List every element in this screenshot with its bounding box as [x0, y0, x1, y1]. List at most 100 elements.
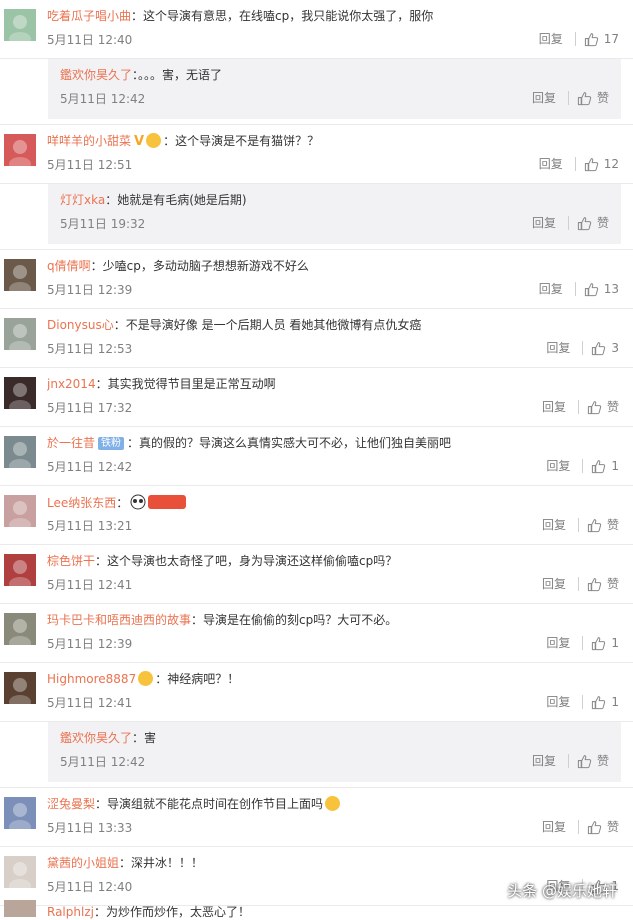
- avatar[interactable]: [4, 134, 36, 166]
- comment-time: 5月11日 12:39: [47, 283, 133, 297]
- like-button[interactable]: 赞: [577, 215, 609, 231]
- reply-button[interactable]: 回复: [546, 694, 570, 710]
- reply-button[interactable]: 回复: [539, 156, 563, 172]
- avatar[interactable]: [4, 554, 36, 586]
- reply-button[interactable]: 回复: [532, 90, 556, 106]
- comment-item: Highmore8887 ：神经病吧？！ 5月11日 12:41 回复 1: [0, 663, 633, 722]
- username-link[interactable]: 鑑欢你昊久了: [60, 68, 132, 82]
- username-link[interactable]: 黛茜的小姐姐: [47, 856, 119, 870]
- username-link[interactable]: 鑑欢你昊久了: [60, 731, 132, 745]
- comment-time: 5月11日 12:39: [47, 637, 133, 651]
- username-link[interactable]: 灯灯xka: [60, 193, 105, 207]
- comment-time: 5月11日 12:51: [47, 158, 133, 172]
- comment-time: 5月11日 19:32: [60, 217, 146, 231]
- comment-actions: 回复 17: [539, 31, 619, 47]
- divider: [574, 157, 576, 171]
- like-button[interactable]: 3: [591, 340, 619, 356]
- like-button[interactable]: 赞: [587, 399, 619, 415]
- comment-item: 於一往昔 铁粉 ：真的假的？导演这么真情实感大可不必，让他们独自美丽吧 5月11日 1…: [0, 427, 633, 486]
- username-link[interactable]: Dionysus心: [47, 318, 114, 332]
- avatar[interactable]: [4, 797, 36, 829]
- username-link[interactable]: Lee纳张东西: [47, 496, 116, 510]
- divider: [567, 754, 569, 768]
- like-button[interactable]: 赞: [587, 576, 619, 592]
- username-link[interactable]: jnx2014: [47, 377, 96, 391]
- watermark: 头条 @娱乐她轩: [507, 882, 617, 900]
- panda-sticker-icon: [130, 494, 187, 510]
- comment-item: 咩咩羊的小甜菜 V ：这个导演是不是有猫饼？？ 5月11日 12:51 回复 12: [0, 125, 633, 184]
- reply-button[interactable]: 回复: [542, 819, 566, 835]
- reply-button[interactable]: 回复: [542, 517, 566, 533]
- comment-text: 导演组就不能花点时间在创作节目上面吗: [107, 797, 324, 811]
- divider: [582, 341, 584, 355]
- thumbs-up-icon: [584, 157, 598, 171]
- reply-button[interactable]: 回复: [532, 215, 556, 231]
- thumbs-up-icon: [587, 820, 602, 834]
- username-link[interactable]: 涩兔曼梨: [47, 797, 95, 811]
- username-link[interactable]: 於一往昔: [47, 436, 95, 450]
- reply-button[interactable]: 回复: [546, 340, 570, 356]
- avatar[interactable]: [4, 436, 36, 468]
- comment-text: 。。。害，无语了: [138, 68, 223, 82]
- reply-button[interactable]: 回复: [546, 458, 570, 474]
- avatar[interactable]: [4, 900, 36, 917]
- avatar[interactable]: [4, 613, 36, 645]
- like-count: 1: [611, 459, 619, 473]
- reply-button[interactable]: 回复: [546, 635, 570, 651]
- like-count: 赞: [606, 518, 619, 532]
- comment-actions: 回复 赞: [532, 215, 609, 231]
- comment-time: 5月11日 12:42: [47, 460, 133, 474]
- comment-item: 玛卡巴卡和唔西迪西的故事：导演是在偷偷的刻cp吗？大可不必。 5月11日 12:3…: [0, 604, 633, 663]
- reply-item: 鑑欢你昊久了：。。。害，无语了 5月11日 12:42 回复赞: [48, 59, 621, 120]
- reply-item: 鑑欢你昊久了：害 5月11日 12:42 回复赞: [48, 722, 621, 783]
- divider: [582, 636, 584, 650]
- comment-text: 这个导演有意思，在线嗑cp，我只能说你太强了，服你: [143, 9, 434, 23]
- like-count: 赞: [596, 91, 609, 105]
- thumbs-up-icon: [587, 577, 602, 591]
- comment-item: jnx2014：其实我觉得节目里是正常互动啊 5月11日 17:32 回复赞: [0, 368, 633, 427]
- like-button[interactable]: 13: [584, 281, 619, 297]
- avatar[interactable]: [4, 259, 36, 291]
- divider: [567, 91, 569, 105]
- username-link[interactable]: 棕色饼干: [47, 554, 95, 568]
- comment-actions: 回复 1: [546, 458, 619, 474]
- avatar[interactable]: [4, 377, 36, 409]
- like-button[interactable]: 1: [591, 694, 619, 710]
- like-button[interactable]: 17: [584, 31, 619, 47]
- comment-time: 5月11日 12:42: [60, 755, 146, 769]
- divider: [574, 32, 576, 46]
- comment-actions: 回复 1: [546, 694, 619, 710]
- username-link[interactable]: 咩咩羊的小甜菜: [47, 134, 131, 148]
- like-button[interactable]: 赞: [587, 517, 619, 533]
- username-link[interactable]: 玛卡巴卡和唔西迪西的故事: [47, 613, 191, 627]
- avatar[interactable]: [4, 495, 36, 527]
- reply-button[interactable]: 回复: [542, 576, 566, 592]
- thumbs-up-icon: [587, 518, 602, 532]
- like-button[interactable]: 赞: [577, 90, 609, 106]
- like-button[interactable]: 1: [591, 635, 619, 651]
- like-button[interactable]: 赞: [577, 753, 609, 769]
- avatar[interactable]: [4, 9, 36, 41]
- avatar[interactable]: [4, 318, 36, 350]
- username-link[interactable]: 吃着瓜子唱小曲: [47, 9, 131, 23]
- username-link[interactable]: Highmore8887: [47, 672, 136, 686]
- comment-actions: 回复 13: [539, 281, 619, 297]
- comment-text: 真的假的？导演这么真情实感大可不必，让他们独自美丽吧: [139, 436, 452, 450]
- reply-item: 灯灯xka：她就是有毛病(她是后期) 5月11日 19:32 回复赞: [48, 184, 621, 245]
- like-button[interactable]: 赞: [587, 819, 619, 835]
- comment-time: 5月11日 12:41: [47, 696, 133, 710]
- reply-button[interactable]: 回复: [542, 399, 566, 415]
- username-link[interactable]: q倩倩啊: [47, 259, 91, 273]
- reply-button[interactable]: 回复: [539, 31, 563, 47]
- comment-text: 不是导演好像 是一个后期人员 看她其他微博有点仇女癌: [125, 318, 422, 332]
- reply-button[interactable]: 回复: [532, 753, 556, 769]
- reply-button[interactable]: 回复: [539, 281, 563, 297]
- like-button[interactable]: 12: [584, 156, 619, 172]
- thumbs-up-icon: [592, 459, 606, 473]
- avatar[interactable]: [4, 856, 36, 888]
- comment-text: 这个导演也太奇怪了吧，身为导演还这样偷偷嗑cp吗？: [107, 554, 398, 568]
- avatar[interactable]: [4, 672, 36, 704]
- thumbs-up-icon: [584, 32, 598, 46]
- like-button[interactable]: 1: [591, 458, 619, 474]
- like-count: 1: [611, 636, 619, 650]
